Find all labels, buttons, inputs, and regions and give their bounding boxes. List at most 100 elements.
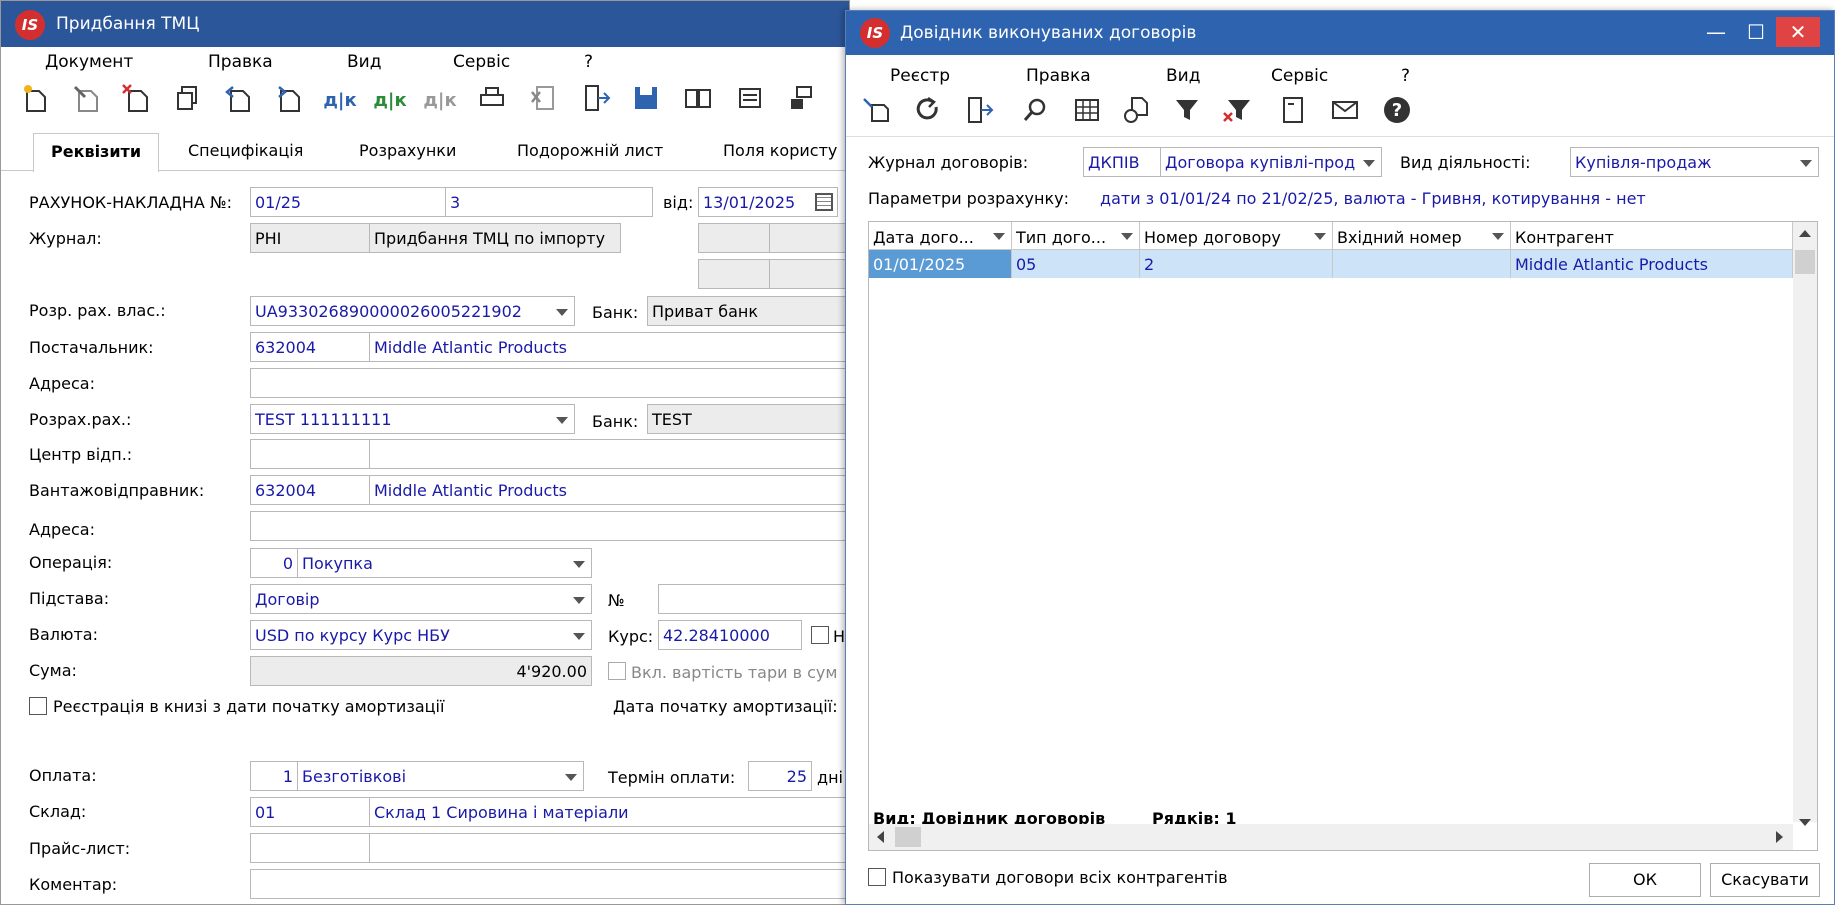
cancel-button[interactable]: Скасувати (1710, 863, 1820, 897)
minimize-icon[interactable]: — (1696, 17, 1736, 47)
rate-checkbox[interactable] (811, 626, 829, 644)
debit-credit-gray-icon[interactable]: д|к (423, 83, 457, 119)
select-icon[interactable] (860, 95, 894, 131)
print-icon[interactable] (475, 83, 509, 119)
delete-doc-icon[interactable] (119, 83, 153, 119)
dialog-menu-help[interactable]: ? (1401, 66, 1410, 86)
tab-specification[interactable]: Специфікація (188, 141, 303, 160)
rate-field[interactable]: 42.28410000 (658, 620, 802, 650)
price-name-field[interactable] (369, 833, 851, 863)
activity-select[interactable]: Купівля-продаж (1570, 147, 1819, 177)
supplier-name-field[interactable]: Middle Atlantic Products (369, 332, 851, 362)
post-icon[interactable] (785, 83, 819, 119)
excel-icon[interactable] (527, 83, 561, 119)
scroll-left-icon[interactable] (877, 831, 884, 843)
registration-checkbox[interactable] (29, 697, 47, 715)
export-icon[interactable] (271, 83, 305, 119)
hscroll-thumb[interactable] (895, 827, 921, 847)
cell-number[interactable]: 2 (1140, 250, 1333, 278)
scroll-thumb[interactable] (1795, 250, 1815, 274)
number-field[interactable] (658, 584, 851, 614)
menu-service[interactable]: Сервіс (453, 52, 510, 72)
list-icon[interactable] (733, 83, 767, 119)
journal-contracts-code-field[interactable]: ДКПІВ (1083, 147, 1161, 177)
cell-counterparty[interactable]: Middle Atlantic Products (1511, 250, 1793, 278)
basis-select[interactable]: Договір (250, 584, 592, 614)
calendar-icon[interactable] (815, 193, 833, 211)
tab-user-fields[interactable]: Поля користу (723, 141, 837, 160)
copy-icon[interactable] (171, 83, 205, 119)
own-account-select[interactable]: UA933026890000026005221902 (250, 296, 575, 326)
warehouse-code-field[interactable]: 01 (250, 797, 370, 827)
payment-code-field[interactable]: 1 (250, 761, 298, 791)
shipper-name-field[interactable]: Middle Atlantic Products (369, 475, 851, 505)
shipper-code-field[interactable]: 632004 (250, 475, 370, 505)
comment-field[interactable] (250, 869, 851, 899)
debit-credit-icon[interactable]: д|к (323, 83, 357, 119)
mail-icon[interactable] (1328, 95, 1362, 131)
settlement-select[interactable]: TEST 111111111 (250, 404, 575, 434)
dialog-menu-view[interactable]: Вид (1166, 66, 1200, 86)
tab-requisites[interactable]: Реквізити (33, 133, 160, 172)
tab-waybill[interactable]: Подорожній лист (517, 141, 663, 160)
cell-incoming[interactable] (1333, 250, 1511, 278)
journal-contracts-select[interactable]: Договора купівлі-прод (1160, 147, 1382, 177)
help-icon[interactable]: ? (1380, 95, 1414, 131)
center-name-field[interactable] (369, 439, 851, 469)
debit-credit-green-icon[interactable]: д|к (373, 83, 407, 119)
ok-button[interactable]: ОК (1589, 863, 1701, 897)
dialog-menu-registry[interactable]: Реєстр (890, 66, 950, 86)
horizontal-scrollbar[interactable] (869, 824, 1793, 850)
term-field[interactable]: 25 (748, 761, 812, 791)
cell-date[interactable]: 01/01/2025 (869, 250, 1012, 278)
currency-select[interactable]: USD по курсу Курс НБУ (250, 620, 592, 650)
col-header-type[interactable]: Тип дого... (1012, 222, 1140, 250)
book-icon[interactable] (681, 83, 715, 119)
show-all-checkbox[interactable] (868, 868, 886, 886)
exit-icon[interactable] (579, 83, 613, 119)
filter-icon[interactable] (1170, 95, 1204, 131)
clear-filter-icon[interactable] (1220, 95, 1254, 131)
refresh-icon[interactable] (912, 95, 946, 131)
dialog-menu-service[interactable]: Сервіс (1271, 66, 1328, 86)
close-icon[interactable]: ✕ (1776, 17, 1820, 47)
scroll-right-icon[interactable] (1776, 831, 1783, 843)
cell-type[interactable]: 05 (1012, 250, 1140, 278)
col-header-number[interactable]: Номер договору (1140, 222, 1333, 250)
dialog-menu-edit[interactable]: Правка (1026, 66, 1091, 86)
payment-select[interactable]: Безготівкові (297, 761, 584, 791)
search-icon[interactable] (1018, 95, 1052, 131)
new-doc-icon[interactable] (19, 83, 53, 119)
history-icon[interactable] (1120, 95, 1154, 131)
menu-edit[interactable]: Правка (208, 52, 273, 72)
menu-view[interactable]: Вид (347, 52, 381, 72)
grid-icon[interactable] (1070, 95, 1104, 131)
col-header-date[interactable]: Дата дого... (869, 222, 1012, 250)
address2-field[interactable] (250, 511, 851, 541)
exit-icon[interactable] (962, 95, 996, 131)
center-code-field[interactable] (250, 439, 370, 469)
import-icon[interactable] (221, 83, 255, 119)
vertical-scrollbar[interactable] (1793, 222, 1817, 826)
supplier-code-field[interactable]: 632004 (250, 332, 370, 362)
invoice-number-field[interactable]: 01/25 (250, 187, 446, 217)
operation-code-field[interactable]: 0 (250, 548, 298, 578)
date-field[interactable]: 13/01/2025 (698, 187, 838, 217)
maximize-icon[interactable]: ☐ (1736, 17, 1776, 47)
address-field[interactable] (250, 368, 851, 398)
document-icon[interactable] (1276, 95, 1310, 131)
operation-select[interactable]: Покупка (297, 548, 592, 578)
col-header-incoming[interactable]: Вхідний номер (1333, 222, 1511, 250)
menu-help[interactable]: ? (584, 52, 593, 72)
edit-doc-icon[interactable] (69, 83, 103, 119)
tara-checkbox[interactable] (608, 662, 626, 680)
price-code-field[interactable] (250, 833, 370, 863)
scroll-down-icon[interactable] (1799, 819, 1811, 826)
col-header-counterparty[interactable]: Контрагент (1511, 222, 1793, 250)
menu-document[interactable]: Документ (45, 52, 133, 72)
tab-settlements[interactable]: Розрахунки (359, 141, 456, 160)
save-icon[interactable] (629, 83, 663, 119)
invoice-number2-field[interactable]: 3 (445, 187, 653, 217)
scroll-up-icon[interactable] (1799, 230, 1811, 237)
warehouse-name-field[interactable]: Склад 1 Сировина і матеріали (369, 797, 851, 827)
